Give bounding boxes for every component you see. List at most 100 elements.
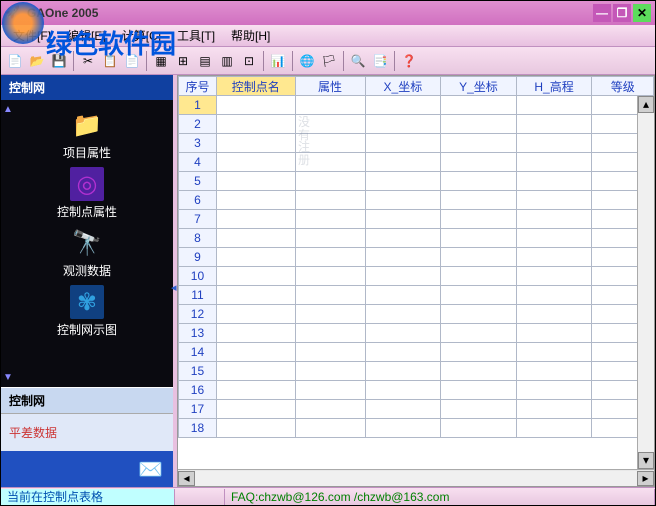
cell[interactable] (216, 115, 295, 134)
col-header-x[interactable]: X_坐标 (365, 77, 441, 96)
table-row[interactable]: 7 (179, 210, 654, 229)
cell[interactable] (295, 305, 365, 324)
table-row[interactable]: 10 (179, 267, 654, 286)
cell[interactable] (516, 172, 592, 191)
flag-icon[interactable]: 🏳 (319, 51, 339, 71)
table-row[interactable]: 13 (179, 324, 654, 343)
cells-icon[interactable]: ▥ (217, 51, 237, 71)
cell[interactable] (216, 210, 295, 229)
cell[interactable] (441, 153, 517, 172)
row-header[interactable]: 9 (179, 248, 217, 267)
table-row[interactable]: 17 (179, 400, 654, 419)
cell[interactable] (441, 134, 517, 153)
cell[interactable] (295, 191, 365, 210)
cell[interactable] (441, 96, 517, 115)
cell[interactable] (216, 267, 295, 286)
col-header-attr[interactable]: 属性 (295, 77, 365, 96)
cell[interactable] (216, 191, 295, 210)
cell[interactable] (216, 134, 295, 153)
table-row[interactable]: 2 (179, 115, 654, 134)
cell[interactable] (295, 153, 365, 172)
row-header[interactable]: 17 (179, 400, 217, 419)
cell[interactable] (295, 381, 365, 400)
cell[interactable] (365, 134, 441, 153)
cell[interactable] (295, 96, 365, 115)
cell[interactable] (365, 286, 441, 305)
col-header-level[interactable]: 等级 (592, 77, 654, 96)
sidebar-section2-title[interactable]: 控制网 (1, 387, 173, 414)
cell[interactable] (365, 343, 441, 362)
cell[interactable] (216, 305, 295, 324)
help-icon[interactable]: ❓ (399, 51, 419, 71)
table-row[interactable]: 16 (179, 381, 654, 400)
cell[interactable] (516, 324, 592, 343)
table-row[interactable]: 8 (179, 229, 654, 248)
cell[interactable] (441, 419, 517, 438)
cell[interactable] (516, 229, 592, 248)
row-header[interactable]: 12 (179, 305, 217, 324)
cell[interactable] (441, 229, 517, 248)
cell[interactable] (365, 400, 441, 419)
cell[interactable] (365, 172, 441, 191)
cell[interactable] (216, 96, 295, 115)
cell[interactable] (516, 419, 592, 438)
data-grid[interactable]: 没 有 注 册 序号 控制点名 属性 X_坐标 Y_坐标 H_高程 等级 (178, 76, 654, 469)
cell[interactable] (295, 267, 365, 286)
cell[interactable] (441, 210, 517, 229)
cell[interactable] (295, 229, 365, 248)
row-header[interactable]: 11 (179, 286, 217, 305)
scroll-up-button[interactable]: ▴ (638, 96, 654, 113)
table-row[interactable]: 6 (179, 191, 654, 210)
table-row[interactable]: 15 (179, 362, 654, 381)
scroll-up-icon[interactable]: ▲ (3, 104, 13, 115)
table-row[interactable]: 4 (179, 153, 654, 172)
cell[interactable] (516, 381, 592, 400)
cell[interactable] (295, 115, 365, 134)
cell[interactable] (441, 381, 517, 400)
cell[interactable] (216, 229, 295, 248)
cell[interactable] (216, 381, 295, 400)
table-row[interactable]: 18 (179, 419, 654, 438)
row-header[interactable]: 18 (179, 419, 217, 438)
cell[interactable] (516, 153, 592, 172)
cell[interactable] (365, 229, 441, 248)
scroll-right-button[interactable]: ▸ (637, 471, 654, 486)
row-header[interactable]: 16 (179, 381, 217, 400)
cell[interactable] (516, 343, 592, 362)
cell[interactable] (516, 191, 592, 210)
cell[interactable] (516, 115, 592, 134)
cell[interactable] (441, 305, 517, 324)
table-row[interactable]: 14 (179, 343, 654, 362)
minimize-button[interactable]: — (593, 4, 611, 22)
cell[interactable] (365, 324, 441, 343)
cell[interactable] (216, 362, 295, 381)
cell[interactable] (441, 400, 517, 419)
cell[interactable] (365, 153, 441, 172)
cell[interactable] (365, 248, 441, 267)
cell[interactable] (441, 286, 517, 305)
list-icon[interactable]: ▤ (195, 51, 215, 71)
cell[interactable] (295, 134, 365, 153)
cell[interactable] (295, 362, 365, 381)
table-row[interactable]: 3 (179, 134, 654, 153)
cell[interactable] (516, 96, 592, 115)
cell[interactable] (216, 153, 295, 172)
table-row[interactable]: 12 (179, 305, 654, 324)
cell[interactable] (365, 305, 441, 324)
cell[interactable] (441, 115, 517, 134)
cell[interactable] (365, 419, 441, 438)
cell[interactable] (295, 419, 365, 438)
nav-project-props[interactable]: 📁 项目属性 (63, 108, 111, 161)
row-header[interactable]: 3 (179, 134, 217, 153)
nav-network-diagram[interactable]: ✾ 控制网示图 (57, 285, 117, 338)
cell[interactable] (516, 267, 592, 286)
sidebar-adjustment-data[interactable]: 平差数据 (1, 414, 173, 451)
globe-icon[interactable]: 🌐 (297, 51, 317, 71)
cell[interactable] (216, 400, 295, 419)
chart-icon[interactable]: 📊 (268, 51, 288, 71)
cell[interactable] (441, 343, 517, 362)
cell[interactable] (295, 286, 365, 305)
cell[interactable] (441, 191, 517, 210)
horizontal-scrollbar[interactable]: ◂ ▸ (178, 469, 654, 486)
cell[interactable] (216, 419, 295, 438)
